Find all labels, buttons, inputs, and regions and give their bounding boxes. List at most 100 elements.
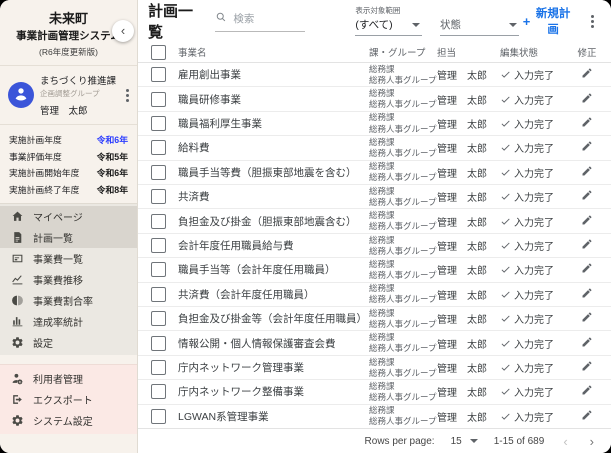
fiscal-year-value: 令和6年 xyxy=(96,168,128,178)
section-name: 総務課 xyxy=(369,185,395,196)
sidebar-admin-item[interactable]: エクスポート xyxy=(0,389,137,410)
row-checkbox[interactable] xyxy=(150,238,166,254)
status-label: 入力完了 xyxy=(514,339,554,351)
group-name: 総務人事グループ xyxy=(369,99,437,110)
prev-page-button[interactable]: ‹ xyxy=(560,435,570,448)
table-row[interactable]: 職員手当等（会計年度任用職員） 総務課 総務人事グループ 管理 太郎 入力完了 xyxy=(138,258,611,283)
status-select-label xyxy=(440,6,519,16)
select-all-checkbox[interactable] xyxy=(150,44,166,60)
sidebar-item-label: エクスポート xyxy=(33,395,93,407)
sidebar-menu-item[interactable]: 事業費推移 xyxy=(0,269,137,290)
table-row[interactable]: 会計年度任用職員給与費 総務課 総務人事グループ 管理 太郎 入力完了 xyxy=(138,234,611,259)
table-row[interactable]: 共済費 総務課 総務人事グループ 管理 太郎 入力完了 xyxy=(138,185,611,210)
app-subtitle: (R6年度更新版) xyxy=(38,47,99,57)
row-checkbox[interactable] xyxy=(150,360,166,376)
row-checkbox[interactable] xyxy=(150,189,166,205)
pencil-icon xyxy=(581,287,593,302)
section-name: 総務課 xyxy=(369,307,395,318)
owner-name: 管理 太郎 xyxy=(437,95,487,107)
sidebar-menu-item[interactable]: 計画一覧 xyxy=(0,226,137,248)
project-name: 職員福利厚生事業 xyxy=(178,118,262,131)
section-group-cell: 総務課 総務人事グループ xyxy=(365,259,437,281)
sidebar-admin-item[interactable]: システム設定 xyxy=(0,410,137,431)
project-name: 庁内ネットワーク管理事業 xyxy=(178,362,304,375)
project-name: 共済費 xyxy=(178,191,210,204)
edit-button[interactable] xyxy=(579,187,595,206)
sidebar-admin-item[interactable]: 利用者管理 xyxy=(0,368,137,389)
row-checkbox[interactable] xyxy=(150,213,166,229)
table-row[interactable]: 庁内ネットワーク管理事業 総務課 総務人事グループ 管理 太郎 入力完了 xyxy=(138,356,611,381)
header-kebab-icon[interactable] xyxy=(588,12,597,31)
status-cell: 入力完了 xyxy=(500,214,563,229)
edit-button[interactable] xyxy=(579,309,595,328)
sidebar-menu-item[interactable]: 事業費割合率 xyxy=(0,290,137,311)
project-name: 職員手当等費（胆振東部地震を含む） xyxy=(178,166,357,179)
check-icon xyxy=(500,362,511,373)
edit-button[interactable] xyxy=(579,65,595,84)
table-row[interactable]: 給料費 総務課 総務人事グループ 管理 太郎 入力完了 xyxy=(138,136,611,161)
table-row[interactable]: 雇用創出事業 総務課 総務人事グループ 管理 太郎 入力完了 xyxy=(138,63,611,88)
sidebar-item-label: 計画一覧 xyxy=(33,233,73,245)
edit-button[interactable] xyxy=(579,285,595,304)
card-icon xyxy=(10,251,24,265)
sidebar-menu-item[interactable]: 達成率統計 xyxy=(0,311,137,332)
main-panel: 計画一覧 表示対象範囲 (すべて) 状態 + xyxy=(138,0,611,453)
check-icon xyxy=(500,338,511,349)
edit-button[interactable] xyxy=(579,114,595,133)
table-row[interactable]: 負担金及び掛金等（会計年度任用職員） 総務課 総務人事グループ 管理 太郎 入力… xyxy=(138,307,611,332)
edit-button[interactable] xyxy=(579,212,595,231)
edit-button[interactable] xyxy=(579,90,595,109)
table-row[interactable]: 負担金及び掛金（胆振東部地震含む） 総務課 総務人事グループ 管理 太郎 入力完… xyxy=(138,209,611,234)
row-checkbox[interactable] xyxy=(150,262,166,278)
edit-button[interactable] xyxy=(579,260,595,279)
row-checkbox[interactable] xyxy=(150,140,166,156)
edit-button[interactable] xyxy=(579,334,595,353)
row-checkbox[interactable] xyxy=(150,164,166,180)
section-name: 総務課 xyxy=(369,258,395,269)
check-icon xyxy=(500,118,511,129)
edit-button[interactable] xyxy=(579,236,595,255)
group-name: 総務人事グループ xyxy=(369,367,437,378)
owner-name: 管理 太郎 xyxy=(437,242,487,254)
table-row[interactable]: 職員研修事業 総務課 総務人事グループ 管理 太郎 入力完了 xyxy=(138,87,611,112)
row-checkbox[interactable] xyxy=(150,408,166,424)
edit-button[interactable] xyxy=(579,358,595,377)
rows-per-page-select[interactable]: 15 xyxy=(451,436,478,447)
edit-button[interactable] xyxy=(579,138,595,157)
table-row[interactable]: 情報公開・個人情報保護審査会費 総務課 総務人事グループ 管理 太郎 入力完了 xyxy=(138,331,611,356)
next-page-button[interactable]: › xyxy=(587,435,597,448)
user-menu-kebab-icon[interactable] xyxy=(123,86,132,105)
row-checkbox[interactable] xyxy=(150,67,166,83)
row-checkbox[interactable] xyxy=(150,116,166,132)
sidebar-menu-item[interactable]: 事業費一覧 xyxy=(0,248,137,269)
owner-name: 管理 太郎 xyxy=(437,412,487,424)
row-checkbox[interactable] xyxy=(150,384,166,400)
edit-button[interactable] xyxy=(579,163,595,182)
status-label: 入力完了 xyxy=(514,144,554,156)
edit-button[interactable] xyxy=(579,407,595,426)
section-group-cell: 総務課 総務人事グループ xyxy=(365,112,437,134)
status-label: 入力完了 xyxy=(514,217,554,229)
table-row[interactable]: 共済費（会計年度任用職員） 総務課 総務人事グループ 管理 太郎 入力完了 xyxy=(138,283,611,308)
table-row[interactable]: 庁内ネットワーク整備事業 総務課 総務人事グループ 管理 太郎 入力完了 xyxy=(138,380,611,405)
collapse-sidebar-button[interactable]: ‹ xyxy=(112,20,134,42)
sidebar-menu-item[interactable]: 設定 xyxy=(0,332,137,353)
status-label: 入力完了 xyxy=(514,71,554,83)
row-checkbox[interactable] xyxy=(150,311,166,327)
row-checkbox[interactable] xyxy=(150,286,166,302)
search-input[interactable] xyxy=(231,12,306,26)
table-row[interactable]: LGWAN系管理事業 総務課 総務人事グループ 管理 太郎 入力完了 xyxy=(138,405,611,428)
new-plan-button[interactable]: + 新規計画 xyxy=(519,3,576,39)
edit-button[interactable] xyxy=(579,382,595,401)
sidebar-item-label: マイページ xyxy=(33,212,83,224)
table-row[interactable]: 職員福利厚生事業 総務課 総務人事グループ 管理 太郎 入力完了 xyxy=(138,112,611,137)
section-name: 総務課 xyxy=(369,136,395,147)
row-checkbox[interactable] xyxy=(150,91,166,107)
status-label: 入力完了 xyxy=(514,168,554,180)
column-header-group: 課・グループ xyxy=(369,48,426,59)
scope-select[interactable]: 表示対象範囲 (すべて) xyxy=(355,6,423,36)
sidebar-menu-item[interactable]: マイページ xyxy=(0,205,137,227)
status-select[interactable]: 状態 xyxy=(440,6,519,36)
table-row[interactable]: 職員手当等費（胆振東部地震を含む） 総務課 総務人事グループ 管理 太郎 入力完… xyxy=(138,161,611,186)
row-checkbox[interactable] xyxy=(150,335,166,351)
